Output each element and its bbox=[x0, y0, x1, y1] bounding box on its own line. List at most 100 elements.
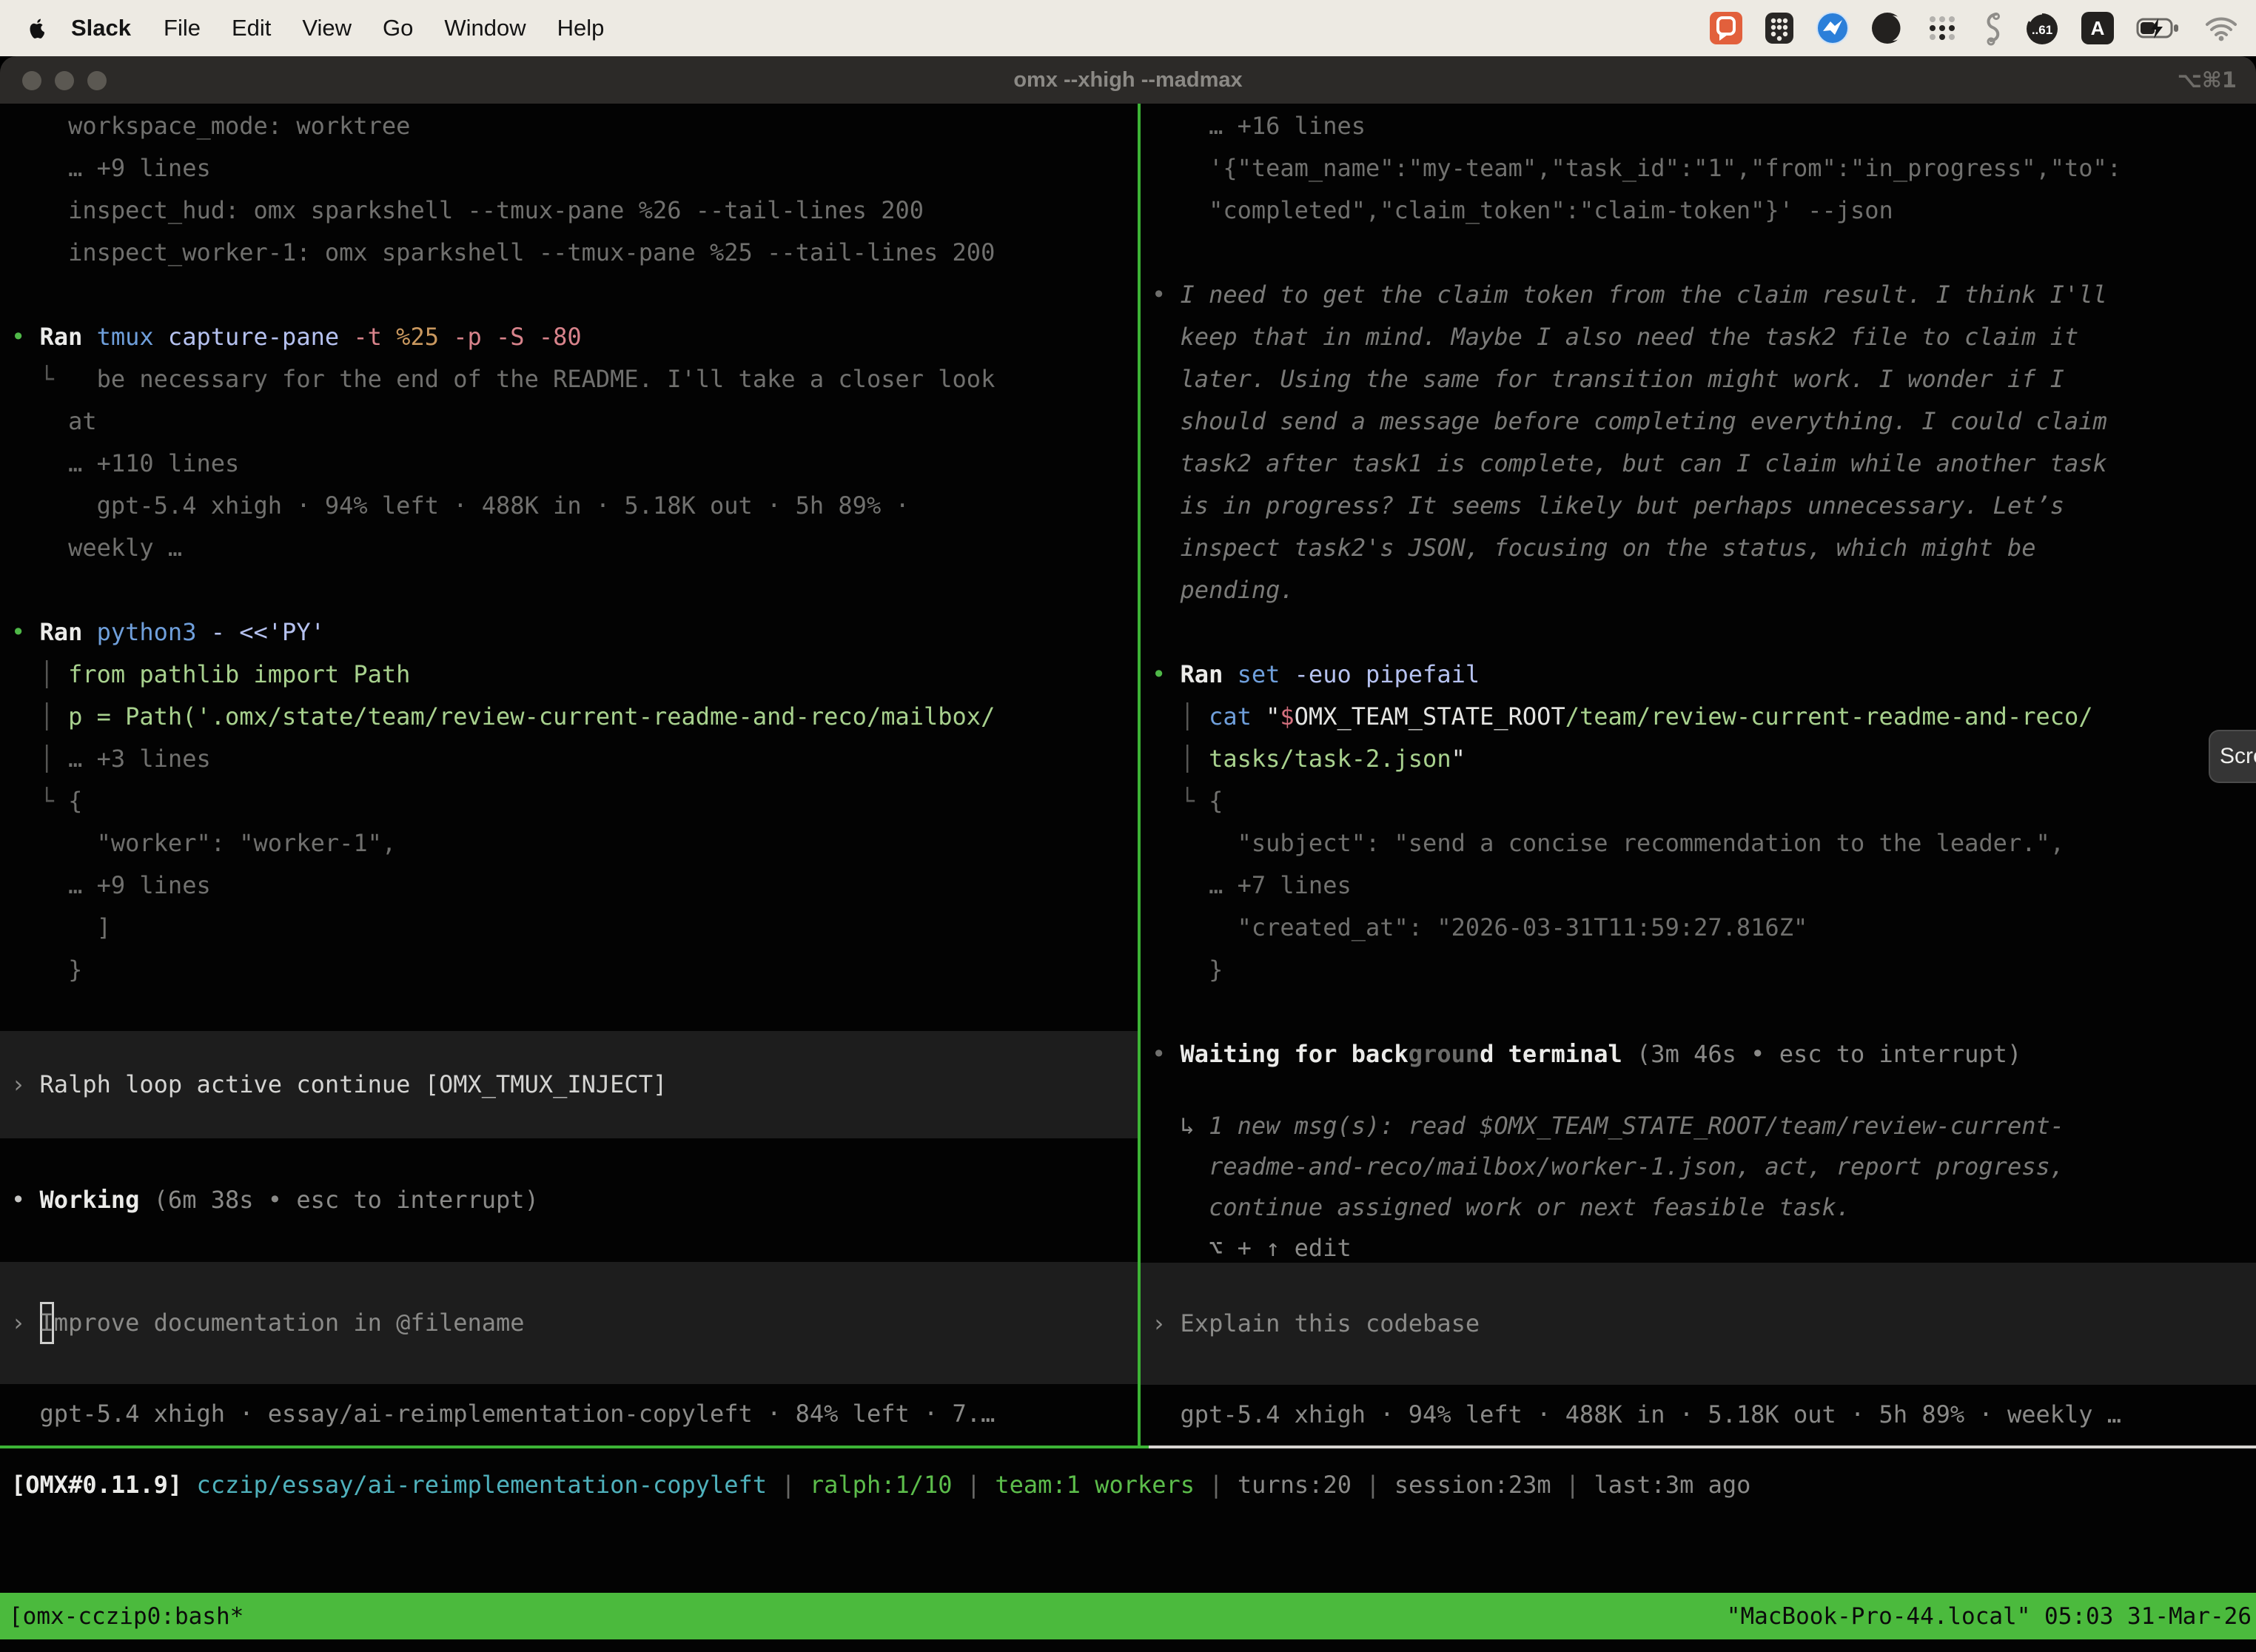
terminal-text: Ran bbox=[1181, 660, 1238, 688]
terminal-text: └ bbox=[1152, 787, 1209, 815]
terminal-text: └ bbox=[11, 787, 68, 815]
input-source-icon[interactable]: A bbox=[2081, 12, 2114, 44]
menu-item-file[interactable]: File bbox=[148, 15, 216, 41]
menu-item-edit[interactable]: Edit bbox=[216, 15, 286, 41]
terminal-line: readme-and-reco/mailbox/worker-1.json, a… bbox=[1141, 1146, 2256, 1186]
terminal-text: • bbox=[11, 618, 40, 646]
title-bar[interactable]: omx --xhigh --madmax ⌥⌘1 bbox=[0, 56, 2256, 104]
terminal-line: inspect task2's JSON, focusing on the st… bbox=[1141, 527, 2256, 569]
terminal-text: be necessary for the end of the README. … bbox=[97, 365, 996, 393]
terminal-line: │ from pathlib import Path bbox=[0, 654, 1138, 696]
terminal-line: inspect_hud: omx sparkshell --tmux-pane … bbox=[0, 189, 1138, 232]
terminal-text: set bbox=[1238, 660, 1295, 688]
keypad-icon[interactable] bbox=[1765, 11, 1794, 45]
terminal-text: capture-pane bbox=[168, 323, 353, 351]
terminal-line: gpt-5.4 xhigh · essay/ai-reimplementatio… bbox=[0, 1393, 1138, 1435]
terminal-line: └ { bbox=[0, 780, 1138, 822]
terminal-text: … +9 lines bbox=[11, 871, 211, 899]
terminal-text: | bbox=[767, 1471, 810, 1499]
terminal-text: should send a message before completing … bbox=[1152, 407, 2107, 435]
terminal-text: • bbox=[1152, 281, 1181, 309]
terminal-text: • bbox=[1152, 660, 1181, 688]
terminal-line: "completed","claim_token":"claim-token"}… bbox=[1141, 189, 2256, 232]
tmux-host-clock: "MacBook-Pro-44.local" 05:03 31-Mar-26 bbox=[1727, 1603, 2252, 1630]
terminal-text: python3 bbox=[97, 618, 211, 646]
menu-item-app[interactable]: Slack bbox=[54, 15, 148, 41]
terminal-line: • Ran tmux capture-pane -t %25 -p -S -80 bbox=[0, 316, 1138, 358]
terminal-line: • I need to get the claim token from the… bbox=[1141, 274, 2256, 316]
menu-item-help[interactable]: Help bbox=[542, 15, 620, 41]
terminal-text: … +16 lines bbox=[1152, 112, 1366, 140]
dot-grid-icon[interactable] bbox=[1926, 12, 1958, 44]
terminal-text: | bbox=[1352, 1471, 1394, 1499]
prompt-input[interactable]: › Explain this codebase bbox=[1141, 1263, 2256, 1385]
blank-line bbox=[0, 991, 1138, 1031]
pane-border-inactive[interactable] bbox=[1149, 1446, 2256, 1448]
terminal-text: mprove documentation in @filename bbox=[54, 1302, 525, 1344]
messenger-icon[interactable] bbox=[1816, 12, 1849, 44]
wifi-icon[interactable] bbox=[2204, 15, 2238, 41]
terminal-text: } bbox=[1152, 956, 1223, 984]
terminal-text: -S bbox=[496, 323, 539, 351]
battery-charging-icon[interactable] bbox=[2136, 16, 2182, 40]
terminal-text: … +3 lines bbox=[68, 745, 211, 773]
terminal-text: -p bbox=[453, 323, 496, 351]
disk-pie-icon[interactable] bbox=[1871, 12, 1904, 44]
terminal-line: } bbox=[0, 949, 1138, 991]
terminal-line: pending. bbox=[1141, 569, 2256, 611]
menu-item-view[interactable]: View bbox=[286, 15, 367, 41]
tmux-pane-worker[interactable]: … +16 lines '{"team_name":"my-team","tas… bbox=[1141, 105, 2256, 1446]
terminal-line: … +9 lines bbox=[0, 864, 1138, 907]
terminal-text: pending. bbox=[1152, 576, 1295, 604]
terminal-text: ⌥ + ↑ edit bbox=[1152, 1234, 1352, 1262]
terminal-text: $ bbox=[1280, 702, 1294, 731]
status-icons: ..61 A bbox=[1710, 0, 2238, 56]
pane-border-active[interactable] bbox=[0, 1446, 1149, 1448]
menu-item-window[interactable]: Window bbox=[429, 15, 541, 41]
terminal-text: │ bbox=[11, 660, 68, 688]
terminal-text: { bbox=[1209, 787, 1223, 815]
blank-line bbox=[1141, 611, 2256, 654]
terminal-line: task2 after task1 is complete, but can I… bbox=[1141, 443, 2256, 485]
terminal-text: "subject": "send a concise recommendatio… bbox=[1152, 829, 2064, 857]
terminal-text: │ bbox=[1152, 745, 1209, 773]
terminal-text: inspect task2's JSON, focusing on the st… bbox=[1152, 534, 2035, 562]
terminal-text: team:1 workers bbox=[995, 1471, 1195, 1499]
screen-sharing-icon[interactable] bbox=[1710, 12, 1742, 44]
terminal-line: weekly … bbox=[0, 527, 1138, 569]
terminal-line: ] bbox=[0, 907, 1138, 949]
terminal-text: -euo pipefail bbox=[1295, 660, 1480, 688]
terminal-line: "subject": "send a concise recommendatio… bbox=[1141, 822, 2256, 864]
screen-overlay-badge: Scre bbox=[2209, 730, 2256, 783]
terminal-text: %25 bbox=[396, 323, 453, 351]
terminal-line: gpt-5.4 xhigh · 94% left · 488K in · 5.1… bbox=[0, 485, 1138, 527]
blank-line bbox=[1141, 1075, 2256, 1105]
squiggle-icon[interactable] bbox=[1981, 10, 2003, 46]
terminal-text: (6m 38s • esc to interrupt) bbox=[154, 1186, 539, 1214]
terminal-text: " bbox=[1266, 702, 1280, 731]
tmux-pane-hud[interactable]: workspace_mode: worktree … +9 lines insp… bbox=[0, 105, 1138, 1446]
terminal-text: Ran bbox=[40, 618, 97, 646]
terminal-text: at bbox=[11, 407, 97, 435]
terminal-line: "worker": "worker-1", bbox=[0, 822, 1138, 864]
terminal-text: groun bbox=[1409, 1040, 1480, 1068]
terminal-text: "created_at": "2026-03-31T11:59:27.816Z" bbox=[1152, 913, 1807, 941]
terminal-text: gpt-5.4 xhigh · essay/ai-reimplementatio… bbox=[11, 1400, 995, 1428]
terminal-text: › bbox=[11, 1302, 40, 1344]
terminal-text: inspect_worker-1: omx sparkshell --tmux-… bbox=[11, 238, 995, 266]
terminal-line: continue assigned work or next feasible … bbox=[1141, 1186, 2256, 1227]
prompt-input[interactable]: › Improve documentation in @filename bbox=[0, 1262, 1138, 1384]
apple-menu-icon[interactable] bbox=[27, 16, 47, 40]
terminal-text: › bbox=[1152, 1303, 1181, 1345]
window-shortcut-badge: ⌥⌘1 bbox=[2177, 56, 2237, 104]
menu-item-go[interactable]: Go bbox=[367, 15, 429, 41]
terminal-text: tmux bbox=[97, 323, 168, 351]
terminal-line: ⌥ + ↑ edit bbox=[1141, 1227, 2256, 1263]
terminal-text: I need to get the claim token from the c… bbox=[1181, 281, 2107, 309]
terminal-text: │ bbox=[11, 702, 68, 731]
terminal-line: inspect_worker-1: omx sparkshell --tmux-… bbox=[0, 232, 1138, 274]
terminal-text: | bbox=[1551, 1471, 1594, 1499]
terminal-line: … +16 lines bbox=[1141, 105, 2256, 147]
terminal-line: • Working (6m 38s • esc to interrupt) bbox=[0, 1179, 1138, 1221]
battery-gauge-icon[interactable]: ..61 bbox=[2025, 11, 2059, 45]
